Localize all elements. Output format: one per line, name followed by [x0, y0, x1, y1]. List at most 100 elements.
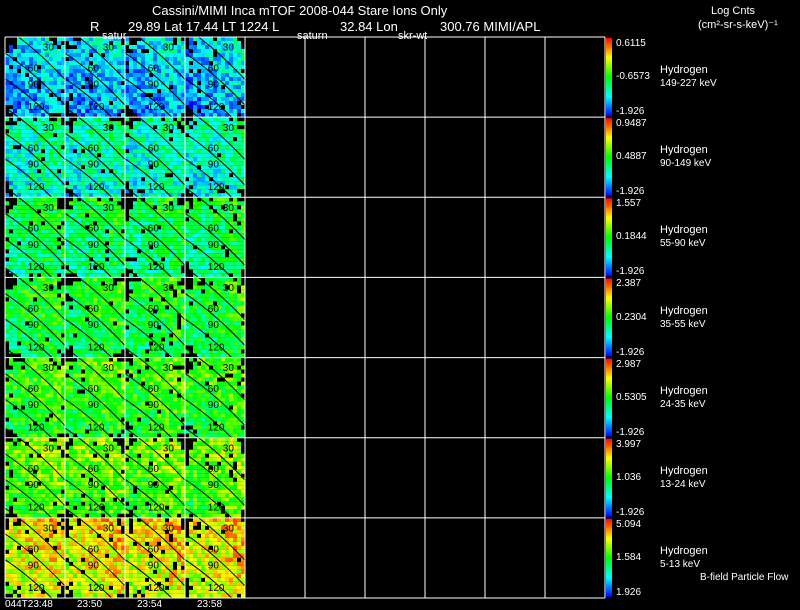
heatmap-pixel [77, 385, 81, 390]
heatmap-pixel [57, 405, 61, 410]
heatmap-pixel [189, 93, 193, 97]
heatmap-pixel [17, 209, 21, 214]
heatmap-pixel [37, 57, 41, 61]
heatmap-pixel [49, 181, 53, 186]
heatmap-pixel [197, 289, 201, 294]
heatmap-pixel [65, 73, 69, 77]
heatmap-pixel [141, 269, 145, 274]
heatmap-pixel [185, 205, 189, 210]
heatmap-pixel [49, 397, 53, 402]
heatmap-pixel [93, 213, 97, 218]
heatmap-pixel [21, 397, 25, 402]
heatmap-pixel [41, 245, 45, 250]
contour-label: 30 [43, 203, 55, 214]
heatmap-pixel [17, 393, 21, 398]
heatmap-pixel [173, 81, 177, 85]
heatmap-pixel [17, 317, 21, 322]
heatmap-pixel [85, 257, 89, 262]
heatmap-pixel [65, 37, 69, 41]
heatmap-pixel [25, 277, 29, 282]
heatmap-pixel [89, 253, 93, 258]
heatmap-pixel [233, 189, 237, 194]
heatmap-pixel [77, 53, 81, 57]
heatmap-pixel [173, 301, 177, 306]
heatmap-pixel [93, 201, 97, 206]
heatmap-pixel [65, 229, 69, 234]
heatmap-pixel [65, 221, 69, 226]
heatmap-pixel [185, 137, 189, 142]
heatmap-pixel [121, 185, 125, 190]
heatmap-pixel [237, 301, 241, 306]
heatmap-pixel [105, 409, 109, 414]
heatmap-pixel [37, 197, 41, 202]
heatmap-pixel [97, 353, 101, 358]
heatmap-pixel [237, 133, 241, 138]
heatmap-pixel [101, 173, 105, 178]
heatmap-pixel [121, 365, 125, 370]
heatmap-pixel [37, 177, 41, 182]
heatmap-pixel [61, 365, 65, 370]
heatmap-pixel [77, 397, 81, 402]
heatmap-pixel [93, 353, 97, 358]
heatmap-pixel [13, 413, 17, 418]
heatmap-pixel [241, 249, 245, 254]
contour-label: 90 [28, 400, 40, 411]
heatmap-pixel [117, 165, 121, 170]
heatmap-pixel [65, 289, 69, 294]
heatmap-pixel [77, 285, 81, 290]
heatmap-pixel [229, 237, 233, 242]
heatmap-pixel [141, 81, 145, 85]
heatmap-pixel [49, 417, 53, 422]
heatmap-pixel [13, 337, 17, 342]
heatmap-pixel [85, 337, 89, 342]
heatmap-pixel [33, 201, 37, 206]
contour-label: 30 [163, 123, 175, 134]
heatmap-pixel [9, 61, 13, 65]
heatmap-pixel [173, 189, 177, 194]
heatmap-pixel [17, 269, 21, 274]
heatmap-pixel [73, 305, 77, 310]
heatmap-pixel [217, 197, 221, 202]
heatmap-pixel [149, 121, 153, 126]
heatmap-pixel [33, 137, 37, 142]
heatmap-pixel [113, 393, 117, 398]
heatmap-pixel [81, 313, 85, 318]
heatmap-pixel [13, 225, 17, 230]
heatmap-pixel [189, 265, 193, 270]
heatmap-pixel [53, 57, 57, 61]
heatmap-pixel [53, 329, 57, 334]
heatmap-pixel [81, 193, 85, 198]
heatmap-pixel [21, 401, 25, 406]
heatmap-pixel [149, 197, 153, 202]
heatmap-pixel [41, 77, 45, 81]
heatmap-pixel [25, 273, 29, 278]
heatmap-pixel [17, 189, 21, 194]
heatmap-pixel [41, 61, 45, 65]
heatmap-pixel [141, 57, 145, 61]
heatmap-pixel [73, 197, 77, 202]
contour-label: 30 [103, 203, 115, 214]
heatmap-pixel [233, 77, 237, 81]
heatmap-pixel [109, 137, 113, 142]
heatmap-pixel [197, 77, 201, 81]
heatmap-pixel [153, 281, 157, 286]
heatmap-pixel [165, 105, 169, 109]
heatmap-pixel [57, 65, 61, 69]
heatmap-pixel [113, 237, 117, 242]
heatmap-pixel [197, 41, 201, 45]
heatmap-pixel [177, 297, 181, 302]
heatmap-pixel [197, 173, 201, 178]
contour-label: 30 [223, 123, 235, 134]
heatmap-pixel [81, 401, 85, 406]
heatmap-pixel [105, 145, 109, 150]
heatmap-pixel [5, 117, 9, 122]
heatmap-pixel [149, 201, 153, 206]
heatmap-pixel [53, 89, 57, 93]
heatmap-pixel [141, 353, 145, 358]
heatmap-pixel [57, 381, 61, 386]
heatmap-pixel [69, 325, 73, 330]
heatmap-pixel [81, 77, 85, 81]
heatmap-pixel [129, 61, 133, 65]
heatmap-pixel [205, 289, 209, 294]
heatmap-pixel [9, 333, 13, 338]
